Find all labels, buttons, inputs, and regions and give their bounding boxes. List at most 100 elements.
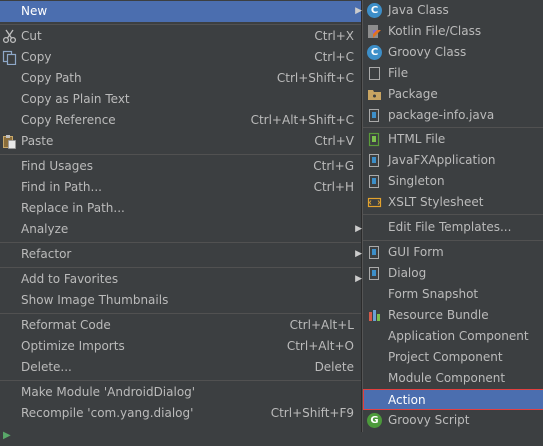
separator <box>0 242 361 243</box>
shortcut: Ctrl+Alt+Shift+C <box>250 113 354 127</box>
context-menu: New ▶ Cut Ctrl+X Copy Ctrl+C Copy Path C… <box>0 0 362 441</box>
submenu-item-form-snapshot[interactable]: Form Snapshot <box>363 284 543 305</box>
menu-label: Dialog <box>388 266 427 280</box>
menu-item-reformat-code[interactable]: Reformat Code Ctrl+Alt+L <box>0 315 361 336</box>
menu-label: HTML File <box>388 132 446 146</box>
menu-label: Application Component <box>388 329 529 343</box>
submenu-item-module-component[interactable]: Module Component <box>363 368 543 389</box>
separator <box>0 267 361 268</box>
menu-label: Project Component <box>388 350 503 364</box>
menu-item-partial[interactable]: ▶ <box>0 424 361 445</box>
scissors-icon <box>2 29 17 44</box>
menu-item-copy-plain-text[interactable]: Copy as Plain Text <box>0 89 361 110</box>
shortcut: Delete <box>314 360 354 374</box>
menu-label: Edit File Templates... <box>388 220 512 234</box>
menu-label: Add to Favorites <box>21 272 119 286</box>
menu-label: Groovy Class <box>388 45 467 59</box>
submenu-item-file[interactable]: File <box>363 63 543 84</box>
folder-icon <box>368 90 381 100</box>
shortcut: Ctrl+X <box>314 29 354 43</box>
menu-item-cut[interactable]: Cut Ctrl+X <box>0 26 361 47</box>
kotlin-icon <box>368 25 381 38</box>
menu-label: File <box>388 66 409 80</box>
dialog-icon <box>369 267 379 280</box>
menu-item-replace-in-path[interactable]: Replace in Path... <box>0 198 361 219</box>
groovy-script-icon: G <box>367 413 382 428</box>
submenu-item-xslt-stylesheet[interactable]: XSLT Stylesheet <box>363 192 543 213</box>
submenu-item-java-class[interactable]: C Java Class <box>363 0 543 21</box>
menu-label: XSLT Stylesheet <box>388 195 484 209</box>
submenu-item-action[interactable]: Action <box>363 389 543 410</box>
menu-label: package-info.java <box>388 108 495 122</box>
submenu-item-package[interactable]: Package <box>363 84 543 105</box>
menu-item-show-image-thumbnails[interactable]: Show Image Thumbnails <box>0 290 361 311</box>
menu-label: JavaFXApplication <box>388 153 496 167</box>
menu-item-copy[interactable]: Copy Ctrl+C <box>0 47 361 68</box>
submenu-item-singleton[interactable]: Singleton <box>363 171 543 192</box>
menu-item-recompile[interactable]: Recompile 'com.yang.dialog' Ctrl+Shift+F… <box>0 403 361 424</box>
submenu-arrow-icon: ▶ <box>355 224 362 234</box>
menu-label: Resource Bundle <box>388 308 489 322</box>
menu-label: Kotlin File/Class <box>388 24 482 38</box>
menu-item-find-usages[interactable]: Find Usages Ctrl+G <box>0 156 361 177</box>
menu-item-copy-path[interactable]: Copy Path Ctrl+Shift+C <box>0 68 361 89</box>
menu-item-find-in-path[interactable]: Find in Path... Ctrl+H <box>0 177 361 198</box>
menu-label: Find in Path... <box>21 180 102 194</box>
copy-icon <box>2 50 17 65</box>
submenu-item-dialog[interactable]: Dialog <box>363 263 543 284</box>
menu-label: New <box>21 4 48 18</box>
separator <box>0 380 361 381</box>
menu-label: Make Module 'AndroidDialog' <box>21 385 196 399</box>
menu-item-analyze[interactable]: Analyze ▶ <box>0 219 362 240</box>
separator <box>0 154 361 155</box>
menu-item-refactor[interactable]: Refactor ▶ <box>0 244 362 265</box>
separator <box>363 240 543 241</box>
menu-label: Find Usages <box>21 159 94 173</box>
submenu-arrow-icon: ▶ <box>355 274 362 284</box>
submenu-item-package-info[interactable]: package-info.java <box>363 105 543 126</box>
submenu-item-groovy-class[interactable]: C Groovy Class <box>363 42 543 63</box>
java-file-icon <box>369 109 379 122</box>
menu-item-optimize-imports[interactable]: Optimize Imports Ctrl+Alt+O <box>0 336 361 357</box>
menu-label: Refactor <box>21 247 72 261</box>
submenu-item-project-component[interactable]: Project Component <box>363 347 543 368</box>
menu-label: Singleton <box>388 174 445 188</box>
menu-label: Analyze <box>21 222 69 236</box>
menu-label: Optimize Imports <box>21 339 125 353</box>
class-icon: C <box>367 3 382 18</box>
menu-label: Reformat Code <box>21 318 111 332</box>
javafx-file-icon <box>369 154 379 167</box>
submenu-item-gui-form[interactable]: GUI Form <box>363 242 543 263</box>
run-icon: ▶ <box>3 430 11 441</box>
menu-label: Package <box>388 87 438 101</box>
menu-label: Replace in Path... <box>21 201 125 215</box>
separator <box>363 127 543 128</box>
resource-bundle-icon <box>369 310 380 321</box>
menu-item-copy-reference[interactable]: Copy Reference Ctrl+Alt+Shift+C <box>0 110 361 131</box>
new-submenu: C Java Class Kotlin File/Class C Groovy … <box>362 0 543 432</box>
menu-label: Cut <box>21 29 42 43</box>
submenu-item-javafx-application[interactable]: JavaFXApplication <box>363 150 543 171</box>
singleton-file-icon <box>369 175 379 188</box>
menu-label: Action <box>388 393 426 407</box>
groovy-class-icon: C <box>367 45 382 60</box>
menu-label: Show Image Thumbnails <box>21 293 169 307</box>
file-icon <box>369 67 380 80</box>
shortcut: Ctrl+G <box>313 159 354 173</box>
menu-label: Form Snapshot <box>388 287 479 301</box>
shortcut: Ctrl+V <box>314 134 354 148</box>
submenu-item-edit-file-templates[interactable]: Edit File Templates... <box>363 217 543 238</box>
submenu-item-application-component[interactable]: Application Component <box>363 326 543 347</box>
menu-label: Groovy Script <box>388 413 470 427</box>
menu-item-make-module[interactable]: Make Module 'AndroidDialog' <box>0 382 361 403</box>
submenu-item-html-file[interactable]: HTML File <box>363 129 543 150</box>
menu-item-paste[interactable]: Paste Ctrl+V <box>0 131 361 152</box>
submenu-item-resource-bundle[interactable]: Resource Bundle <box>363 305 543 326</box>
shortcut: Ctrl+H <box>313 180 354 194</box>
menu-label: Copy as Plain Text <box>21 92 130 106</box>
submenu-item-groovy-script[interactable]: G Groovy Script <box>363 410 543 431</box>
menu-item-new[interactable]: New ▶ <box>0 1 362 22</box>
menu-item-add-to-favorites[interactable]: Add to Favorites ▶ <box>0 269 362 290</box>
menu-item-delete[interactable]: Delete... Delete <box>0 357 361 378</box>
submenu-item-kotlin-file[interactable]: Kotlin File/Class <box>363 21 543 42</box>
